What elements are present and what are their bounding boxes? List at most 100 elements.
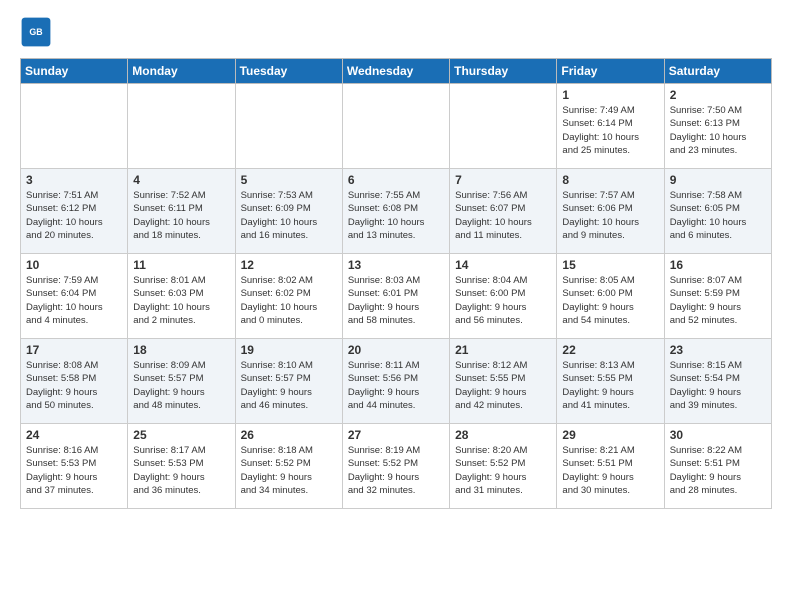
calendar-day-cell: 21 Sunrise: 8:12 AMSunset: 5:55 PMDayligh… bbox=[450, 339, 557, 424]
day-number: 14 bbox=[455, 258, 551, 272]
day-info: Sunrise: 7:56 AMSunset: 6:07 PMDaylight:… bbox=[455, 189, 551, 242]
calendar-day-cell bbox=[21, 84, 128, 169]
day-info: Sunrise: 8:08 AMSunset: 5:58 PMDaylight:… bbox=[26, 359, 122, 412]
calendar-day-cell: 18 Sunrise: 8:09 AMSunset: 5:57 PMDayligh… bbox=[128, 339, 235, 424]
calendar-day-cell bbox=[342, 84, 449, 169]
day-number: 30 bbox=[670, 428, 766, 442]
calendar-week-row: 24Sunrise: 8:16 AMSunset: 5:53 PMDayligh… bbox=[21, 424, 772, 509]
day-info: Sunrise: 8:13 AMSunset: 5:55 PMDaylight:… bbox=[562, 359, 658, 412]
day-number: 12 bbox=[241, 258, 337, 272]
day-number: 16 bbox=[670, 258, 766, 272]
calendar-day-cell: 22 Sunrise: 8:13 AMSunset: 5:55 PMDayligh… bbox=[557, 339, 664, 424]
calendar-week-row: 10Sunrise: 7:59 AMSunset: 6:04 PMDayligh… bbox=[21, 254, 772, 339]
day-info: Sunrise: 8:07 AMSunset: 5:59 PMDaylight:… bbox=[670, 274, 766, 327]
day-info: Sunrise: 8:10 AMSunset: 5:57 PMDaylight:… bbox=[241, 359, 337, 412]
calendar-day-cell: 23Sunrise: 8:15 AMSunset: 5:54 PMDayligh… bbox=[664, 339, 771, 424]
day-number: 2 bbox=[670, 88, 766, 102]
day-number: 29 bbox=[562, 428, 658, 442]
day-info: Sunrise: 7:57 AMSunset: 6:06 PMDaylight:… bbox=[562, 189, 658, 242]
day-number: 15 bbox=[562, 258, 658, 272]
calendar-day-cell: 7 Sunrise: 7:56 AMSunset: 6:07 PMDaylight… bbox=[450, 169, 557, 254]
calendar-day-cell: 30 Sunrise: 8:22 AMSunset: 5:51 PMDayligh… bbox=[664, 424, 771, 509]
day-number: 5 bbox=[241, 173, 337, 187]
day-info: Sunrise: 8:21 AMSunset: 5:51 PMDaylight:… bbox=[562, 444, 658, 497]
day-info: Sunrise: 8:15 AMSunset: 5:54 PMDaylight:… bbox=[670, 359, 766, 412]
day-number: 22 bbox=[562, 343, 658, 357]
calendar-day-cell: 3 Sunrise: 7:51 AMSunset: 6:12 PMDaylight… bbox=[21, 169, 128, 254]
day-info: Sunrise: 7:59 AMSunset: 6:04 PMDaylight:… bbox=[26, 274, 122, 327]
day-of-week-header: Saturday bbox=[664, 59, 771, 84]
calendar-day-cell: 6 Sunrise: 7:55 AMSunset: 6:08 PMDaylight… bbox=[342, 169, 449, 254]
day-of-week-header: Friday bbox=[557, 59, 664, 84]
calendar-day-cell: 1 Sunrise: 7:49 AMSunset: 6:14 PMDaylight… bbox=[557, 84, 664, 169]
day-number: 3 bbox=[26, 173, 122, 187]
day-info: Sunrise: 7:49 AMSunset: 6:14 PMDaylight:… bbox=[562, 104, 658, 157]
logo: GB bbox=[20, 16, 56, 48]
calendar-day-cell: 4 Sunrise: 7:52 AMSunset: 6:11 PMDaylight… bbox=[128, 169, 235, 254]
day-number: 6 bbox=[348, 173, 444, 187]
day-info: Sunrise: 8:18 AMSunset: 5:52 PMDaylight:… bbox=[241, 444, 337, 497]
day-info: Sunrise: 7:51 AMSunset: 6:12 PMDaylight:… bbox=[26, 189, 122, 242]
calendar-day-cell: 14 Sunrise: 8:04 AMSunset: 6:00 PMDayligh… bbox=[450, 254, 557, 339]
calendar-day-cell: 25Sunrise: 8:17 AMSunset: 5:53 PMDayligh… bbox=[128, 424, 235, 509]
logo-icon: GB bbox=[20, 16, 52, 48]
day-number: 9 bbox=[670, 173, 766, 187]
day-number: 1 bbox=[562, 88, 658, 102]
day-of-week-header: Monday bbox=[128, 59, 235, 84]
day-number: 18 bbox=[133, 343, 229, 357]
day-number: 13 bbox=[348, 258, 444, 272]
day-info: Sunrise: 7:50 AMSunset: 6:13 PMDaylight:… bbox=[670, 104, 766, 157]
calendar-table: SundayMondayTuesdayWednesdayThursdayFrid… bbox=[20, 58, 772, 509]
day-of-week-header: Thursday bbox=[450, 59, 557, 84]
calendar-day-cell: 17 Sunrise: 8:08 AMSunset: 5:58 PMDayligh… bbox=[21, 339, 128, 424]
calendar-header-row: SundayMondayTuesdayWednesdayThursdayFrid… bbox=[21, 59, 772, 84]
day-number: 11 bbox=[133, 258, 229, 272]
calendar-day-cell: 5 Sunrise: 7:53 AMSunset: 6:09 PMDaylight… bbox=[235, 169, 342, 254]
day-number: 4 bbox=[133, 173, 229, 187]
day-of-week-header: Tuesday bbox=[235, 59, 342, 84]
day-number: 17 bbox=[26, 343, 122, 357]
day-info: Sunrise: 7:55 AMSunset: 6:08 PMDaylight:… bbox=[348, 189, 444, 242]
calendar-day-cell: 9 Sunrise: 7:58 AMSunset: 6:05 PMDaylight… bbox=[664, 169, 771, 254]
day-info: Sunrise: 8:09 AMSunset: 5:57 PMDaylight:… bbox=[133, 359, 229, 412]
day-info: Sunrise: 7:53 AMSunset: 6:09 PMDaylight:… bbox=[241, 189, 337, 242]
page-header: GB bbox=[20, 16, 772, 48]
day-info: Sunrise: 8:05 AMSunset: 6:00 PMDaylight:… bbox=[562, 274, 658, 327]
calendar-day-cell: 26 Sunrise: 8:18 AMSunset: 5:52 PMDayligh… bbox=[235, 424, 342, 509]
day-info: Sunrise: 8:22 AMSunset: 5:51 PMDaylight:… bbox=[670, 444, 766, 497]
calendar-day-cell bbox=[235, 84, 342, 169]
day-number: 27 bbox=[348, 428, 444, 442]
calendar-week-row: 1 Sunrise: 7:49 AMSunset: 6:14 PMDaylight… bbox=[21, 84, 772, 169]
day-number: 21 bbox=[455, 343, 551, 357]
calendar-day-cell: 12 Sunrise: 8:02 AMSunset: 6:02 PMDayligh… bbox=[235, 254, 342, 339]
day-of-week-header: Sunday bbox=[21, 59, 128, 84]
calendar-week-row: 3 Sunrise: 7:51 AMSunset: 6:12 PMDaylight… bbox=[21, 169, 772, 254]
day-info: Sunrise: 7:52 AMSunset: 6:11 PMDaylight:… bbox=[133, 189, 229, 242]
day-info: Sunrise: 8:04 AMSunset: 6:00 PMDaylight:… bbox=[455, 274, 551, 327]
calendar-day-cell: 8Sunrise: 7:57 AMSunset: 6:06 PMDaylight… bbox=[557, 169, 664, 254]
calendar-day-cell: 19 Sunrise: 8:10 AMSunset: 5:57 PMDayligh… bbox=[235, 339, 342, 424]
calendar-day-cell bbox=[128, 84, 235, 169]
calendar-day-cell bbox=[450, 84, 557, 169]
day-info: Sunrise: 8:02 AMSunset: 6:02 PMDaylight:… bbox=[241, 274, 337, 327]
day-number: 7 bbox=[455, 173, 551, 187]
day-number: 25 bbox=[133, 428, 229, 442]
day-number: 19 bbox=[241, 343, 337, 357]
day-info: Sunrise: 8:12 AMSunset: 5:55 PMDaylight:… bbox=[455, 359, 551, 412]
day-info: Sunrise: 8:01 AMSunset: 6:03 PMDaylight:… bbox=[133, 274, 229, 327]
calendar-day-cell: 27 Sunrise: 8:19 AMSunset: 5:52 PMDayligh… bbox=[342, 424, 449, 509]
day-number: 20 bbox=[348, 343, 444, 357]
day-info: Sunrise: 7:58 AMSunset: 6:05 PMDaylight:… bbox=[670, 189, 766, 242]
day-of-week-header: Wednesday bbox=[342, 59, 449, 84]
calendar-day-cell: 11 Sunrise: 8:01 AMSunset: 6:03 PMDayligh… bbox=[128, 254, 235, 339]
day-info: Sunrise: 8:11 AMSunset: 5:56 PMDaylight:… bbox=[348, 359, 444, 412]
calendar-day-cell: 20 Sunrise: 8:11 AMSunset: 5:56 PMDayligh… bbox=[342, 339, 449, 424]
calendar-week-row: 17 Sunrise: 8:08 AMSunset: 5:58 PMDayligh… bbox=[21, 339, 772, 424]
calendar-day-cell: 29 Sunrise: 8:21 AMSunset: 5:51 PMDayligh… bbox=[557, 424, 664, 509]
day-number: 26 bbox=[241, 428, 337, 442]
day-info: Sunrise: 8:16 AMSunset: 5:53 PMDaylight:… bbox=[26, 444, 122, 497]
calendar-day-cell: 16 Sunrise: 8:07 AMSunset: 5:59 PMDayligh… bbox=[664, 254, 771, 339]
day-info: Sunrise: 8:03 AMSunset: 6:01 PMDaylight:… bbox=[348, 274, 444, 327]
svg-text:GB: GB bbox=[29, 27, 42, 37]
day-info: Sunrise: 8:19 AMSunset: 5:52 PMDaylight:… bbox=[348, 444, 444, 497]
